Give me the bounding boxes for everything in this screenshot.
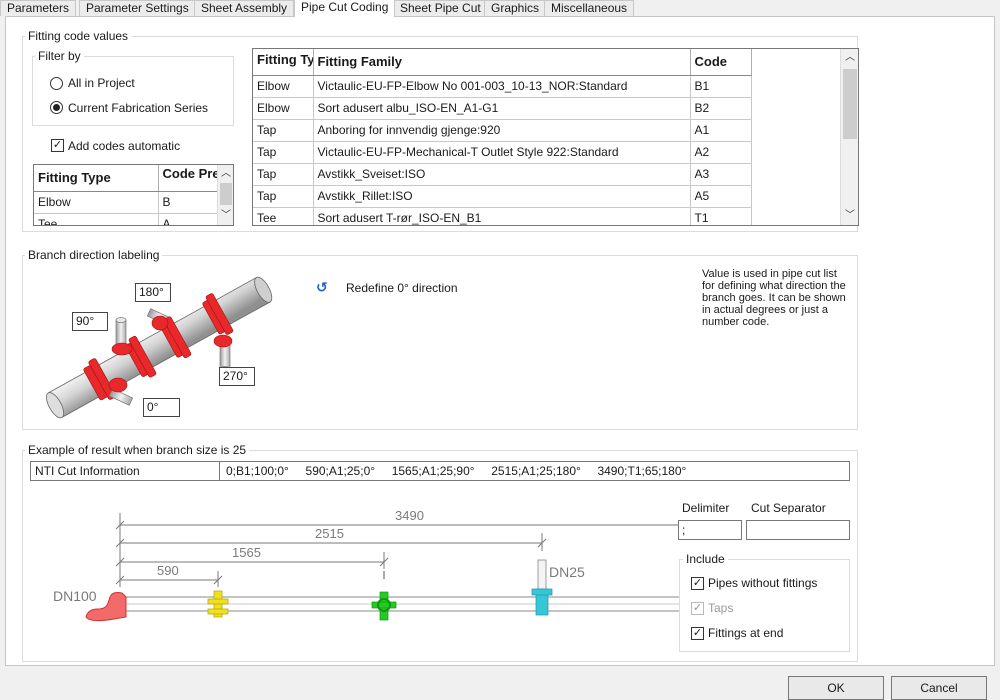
tab-parameter-settings[interactable]: Parameter Settings — [79, 0, 196, 16]
code-cell[interactable]: Anboring for innvendig gjenge:920 — [313, 119, 691, 142]
dimension-3490: 3490 — [395, 508, 424, 523]
scroll-thumb[interactable] — [843, 69, 857, 139]
code-header-fitting-family[interactable]: Fitting Family — [313, 49, 691, 76]
delimiter-label: Delimiter — [682, 501, 730, 515]
example-tap-green — [371, 571, 397, 621]
prefix-cell[interactable]: B — [158, 191, 220, 214]
tab-graphics[interactable]: Graphics — [484, 0, 547, 16]
code-cell[interactable]: Victaulic-EU-FP-Elbow No 001-003_10-13_N… — [313, 75, 691, 98]
code-cell[interactable]: Sort adusert albu_ISO-EN_A1-G1 — [313, 97, 691, 120]
degree-label-270: 270° — [219, 367, 255, 386]
prefix-cell[interactable]: Elbow — [34, 191, 159, 214]
add-codes-label: Add codes automatic — [68, 139, 181, 153]
code-cell[interactable]: Avstikk_Rillet:ISO — [313, 185, 691, 208]
dimension-1565: 1565 — [232, 545, 261, 560]
code-cell[interactable]: A2 — [690, 141, 752, 164]
scroll-down-icon[interactable]: ﹀ — [218, 209, 233, 223]
prefix-cell[interactable]: Tee — [34, 213, 159, 225]
prefix-header-fitting-type[interactable]: Fitting Type — [34, 165, 159, 192]
include-title: Include — [683, 552, 728, 566]
ok-button[interactable]: OK — [788, 676, 884, 700]
pipes-without-fittings-label: Pipes without fittings — [708, 576, 818, 590]
code-cell[interactable]: A5 — [690, 185, 752, 208]
dimension-2515: 2515 — [315, 526, 344, 541]
code-cell[interactable]: T1 — [690, 207, 752, 225]
fitting-code-values-title: Fitting code values — [25, 29, 132, 43]
taps-label: Taps — [708, 601, 734, 615]
code-cell[interactable]: Elbow — [253, 75, 314, 98]
fittings-at-end-label: Fittings at end — [708, 626, 784, 640]
redefine-icon[interactable]: ↺ — [316, 279, 328, 296]
branch-direction-title: Branch direction labeling — [25, 248, 163, 262]
table-row[interactable]: Tap Anboring for innvendig gjenge:920 A1 — [253, 119, 752, 142]
code-cell[interactable]: B1 — [690, 75, 752, 98]
filter-by-group: Filter by — [32, 49, 234, 126]
code-cell[interactable]: Victaulic-EU-FP-Mechanical-T Outlet Styl… — [313, 141, 691, 164]
example-title: Example of result when branch size is 25 — [25, 443, 250, 457]
table-row[interactable]: Tap Victaulic-EU-FP-Mechanical-T Outlet S… — [253, 141, 752, 164]
table-row[interactable]: Elbow Sort adusert albu_ISO-EN_A1-G1 B2 — [253, 97, 752, 120]
scroll-up-icon[interactable]: ︿ — [218, 167, 233, 181]
tab-bar: Parameters Parameter Settings Sheet Asse… — [0, 0, 1000, 17]
code-table-scrollbar[interactable]: ︿ ﹀ — [840, 49, 858, 225]
tab-parameters[interactable]: Parameters — [0, 0, 77, 16]
code-cell[interactable]: Tap — [253, 119, 314, 142]
code-cell[interactable]: Tap — [253, 185, 314, 208]
cut-separator-label: Cut Separator — [751, 501, 826, 515]
table-row[interactable]: Tap Avstikk_Sveiset:ISO A3 — [253, 163, 752, 186]
dn-main-label: DN100 — [53, 588, 97, 604]
radio-current-fabrication-series[interactable] — [50, 101, 63, 114]
table-row[interactable]: Tap Avstikk_Rillet:ISO A5 — [253, 185, 752, 208]
code-prefix-table: Fitting Type Code Prefix Elbow B Tee A ︿… — [33, 164, 234, 226]
pipes-without-fittings-checkbox[interactable]: ✓ — [691, 577, 704, 590]
degree-label-180: 180° — [135, 283, 171, 302]
cut-diagram — [85, 513, 687, 622]
tab-sheet-assembly[interactable]: Sheet Assembly — [194, 0, 295, 16]
table-row[interactable]: Elbow B — [34, 191, 220, 214]
tab-pipe-cut-coding[interactable]: Pipe Cut Coding — [294, 0, 396, 17]
example-tap-yellow — [207, 590, 229, 618]
scroll-up-icon[interactable]: ︿ — [841, 51, 858, 65]
code-header-code[interactable]: Code — [690, 49, 752, 76]
code-cell[interactable]: A3 — [690, 163, 752, 186]
dimension-590: 590 — [157, 563, 179, 578]
nti-cut-information-label: NTI Cut Information — [30, 461, 220, 481]
fittings-at-end-checkbox[interactable]: ✓ — [691, 627, 704, 640]
dn-branch-label: DN25 — [549, 564, 585, 580]
code-cell[interactable]: A1 — [690, 119, 752, 142]
branch-note: Value is used in pipe cut list for defin… — [702, 268, 846, 328]
radio-all-in-project-label: All in Project — [68, 76, 135, 90]
tab-sheet-pipe-cut[interactable]: Sheet Pipe Cut — [393, 0, 488, 16]
add-codes-checkbox[interactable]: ✓ — [51, 139, 64, 152]
nti-cut-information-value[interactable]: 0;B1;100;0° 590;A1;25;0° 1565;A1;25;90° … — [219, 461, 850, 481]
code-cell[interactable]: Sort adusert T-rør_ISO-EN_B1 — [313, 207, 691, 225]
code-cell[interactable]: Tee — [253, 207, 314, 225]
delimiter-input[interactable]: ; — [678, 520, 742, 540]
radio-all-in-project[interactable] — [50, 77, 63, 90]
code-cell[interactable]: Elbow — [253, 97, 314, 120]
taps-checkbox[interactable]: ✓ — [691, 602, 704, 615]
code-cell[interactable]: Tap — [253, 141, 314, 164]
degree-label-90: 90° — [72, 312, 108, 331]
table-row[interactable]: Tee A — [34, 213, 220, 225]
radio-current-fabrication-series-label: Current Fabrication Series — [68, 101, 209, 115]
prefix-header-code-prefix[interactable]: Code Prefix — [158, 165, 220, 192]
code-header-fitting-type[interactable]: Fitting Type — [253, 49, 314, 76]
degree-label-0: 0° — [143, 398, 180, 417]
prefix-table-scrollbar[interactable]: ︿ ﹀ — [217, 165, 233, 225]
code-cell[interactable]: Tap — [253, 163, 314, 186]
scroll-down-icon[interactable]: ﹀ — [841, 209, 858, 223]
code-cell[interactable]: B2 — [690, 97, 752, 120]
code-cell[interactable]: Avstikk_Sveiset:ISO — [313, 163, 691, 186]
table-row[interactable]: Elbow Victaulic-EU-FP-Elbow No 001-003_10… — [253, 75, 752, 98]
prefix-cell[interactable]: A — [158, 213, 220, 225]
filter-by-title: Filter by — [35, 49, 84, 63]
redefine-direction-link[interactable]: Redefine 0° direction — [346, 281, 458, 295]
tab-miscellaneous[interactable]: Miscellaneous — [544, 0, 635, 16]
scroll-thumb[interactable] — [220, 183, 232, 205]
fitting-code-table: Fitting Type Fitting Family Code ElbowVi… — [252, 48, 859, 226]
cancel-button[interactable]: Cancel — [891, 676, 987, 700]
table-row[interactable]: Tee Sort adusert T-rør_ISO-EN_B1 T1 — [253, 207, 752, 225]
cut-separator-input[interactable] — [746, 520, 850, 540]
